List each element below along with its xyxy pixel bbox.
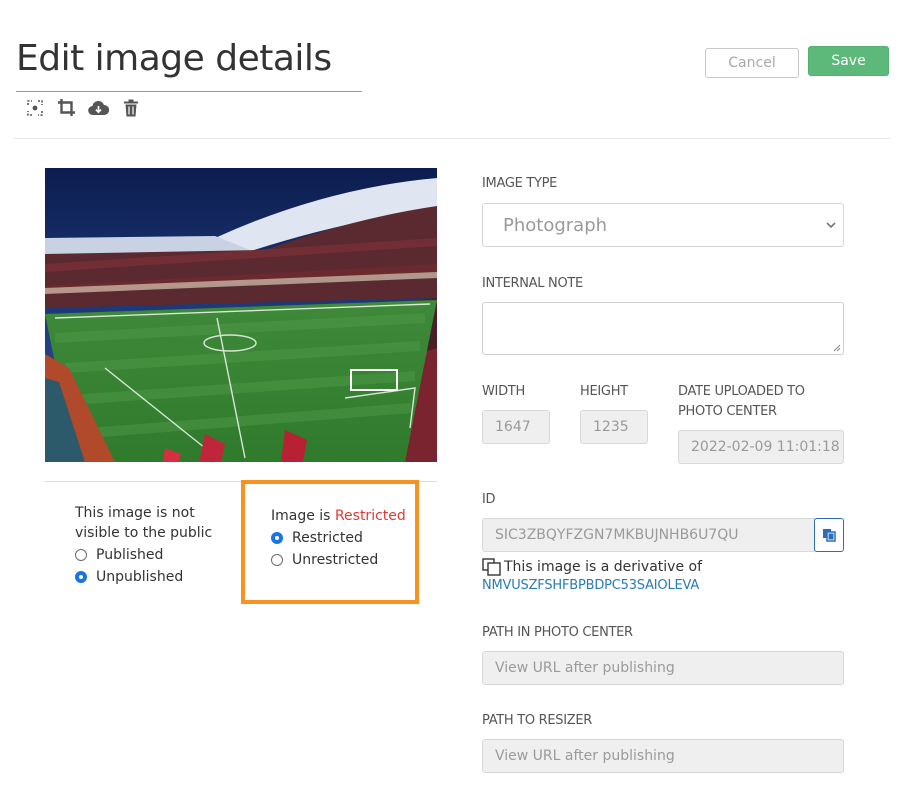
chevron-down-icon — [826, 222, 836, 229]
unpublished-label: Unpublished — [96, 569, 184, 585]
restriction-group: Image is Restricted Restricted Unrestric… — [271, 505, 406, 571]
width-field: 1647 — [482, 410, 550, 444]
title-underline — [16, 91, 362, 92]
focal-point-icon[interactable] — [24, 97, 45, 118]
unpublished-radio-option[interactable]: Unpublished — [75, 566, 225, 588]
duplicate-icon — [482, 558, 501, 576]
unrestricted-radio[interactable] — [271, 554, 283, 566]
internal-note-textarea[interactable] — [482, 302, 844, 355]
trash-icon[interactable] — [120, 97, 141, 118]
published-label: Published — [96, 547, 164, 563]
derivative-notice: This image is a derivative of — [482, 558, 702, 576]
image-preview — [45, 168, 437, 462]
path-photo-center-label: PATH IN PHOTO CENTER — [482, 625, 633, 640]
cloud-download-icon[interactable] — [88, 97, 109, 118]
restriction-status-text: Image is Restricted — [271, 505, 406, 527]
date-uploaded-field: 2022-02-09 11:01:18 — [678, 430, 844, 464]
image-toolbar — [24, 97, 141, 118]
id-label: ID — [482, 492, 496, 507]
image-type-select[interactable]: Photograph — [482, 203, 844, 247]
restriction-status: Restricted — [334, 508, 406, 524]
visibility-text: This image is not visible to the public — [75, 505, 213, 541]
visibility-group: This image is not visible to the public … — [75, 503, 225, 588]
path-photo-center-field: View URL after publishing — [482, 651, 844, 685]
copy-icon — [823, 529, 836, 542]
image-type-value: Photograph — [503, 214, 608, 236]
id-field: SIC3ZBQYFZGN7MKBUJNHB6U7QU — [482, 518, 815, 552]
internal-note-label: INTERNAL NOTE — [482, 276, 583, 291]
height-label: HEIGHT — [580, 384, 628, 399]
published-radio[interactable] — [75, 549, 87, 561]
header-divider — [14, 138, 890, 139]
page-title: Edit image details — [16, 38, 332, 79]
save-button[interactable]: Save — [808, 46, 889, 76]
path-resizer-field: View URL after publishing — [482, 739, 844, 773]
restricted-label: Restricted — [292, 530, 363, 546]
unpublished-radio[interactable] — [75, 571, 87, 583]
restricted-radio-option[interactable]: Restricted — [271, 527, 406, 549]
unrestricted-label: Unrestricted — [292, 552, 379, 568]
image-type-label: IMAGE TYPE — [482, 176, 558, 191]
unrestricted-radio-option[interactable]: Unrestricted — [271, 549, 406, 571]
copy-id-button[interactable] — [814, 518, 844, 552]
resize-grip-icon[interactable] — [832, 343, 841, 352]
cancel-button[interactable]: Cancel — [705, 48, 799, 78]
derivative-text: This image is a derivative of — [504, 559, 703, 575]
height-field: 1235 — [580, 410, 648, 444]
published-radio-option[interactable]: Published — [75, 544, 225, 566]
width-label: WIDTH — [482, 384, 525, 399]
path-resizer-label: PATH TO RESIZER — [482, 713, 593, 728]
date-uploaded-label: DATE UPLOADED TO PHOTO CENTER — [678, 384, 805, 419]
crop-icon[interactable] — [56, 97, 77, 118]
restriction-prefix: Image is — [271, 508, 335, 524]
restricted-radio[interactable] — [271, 532, 283, 544]
derivative-source-link[interactable]: NMVUSZFSHFBPBDPC53SAIOLEVA — [482, 578, 699, 593]
restriction-highlight: Image is Restricted Restricted Unrestric… — [241, 480, 419, 604]
